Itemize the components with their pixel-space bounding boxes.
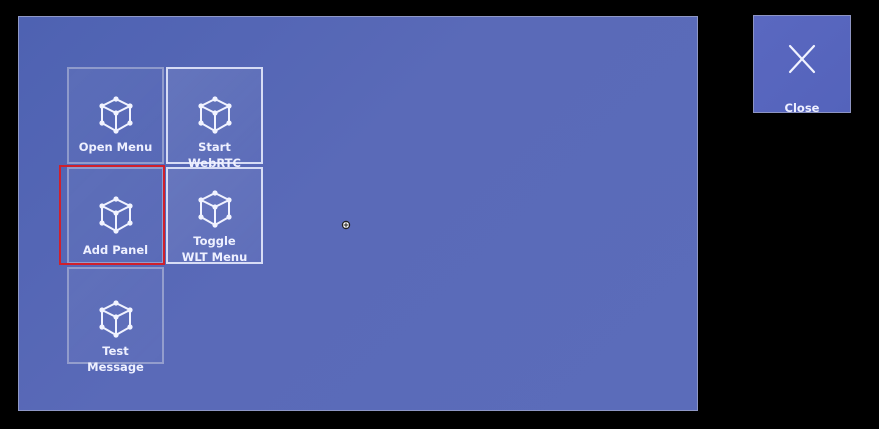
close-label: Close — [784, 101, 820, 115]
toggle-wlt-menu-button[interactable]: Toggle WLT Menu — [166, 167, 263, 264]
test-message-button[interactable]: Test Message — [67, 267, 164, 374]
test-message-label: Test Message — [87, 344, 144, 374]
close-button[interactable]: Close — [753, 15, 851, 115]
open-menu-label: Open Menu — [78, 140, 153, 154]
main-panel: Open Menu Start WebRTC Add Panel Toggle … — [18, 16, 698, 411]
close-icon — [788, 44, 816, 74]
add-panel-label: Add Panel — [82, 243, 149, 257]
toggle-wlt-menu-label: Toggle WLT Menu — [181, 234, 248, 264]
start-webrtc-button[interactable]: Start WebRTC — [166, 67, 263, 170]
cube-icon — [98, 96, 133, 134]
app-stage: Open Menu Start WebRTC Add Panel Toggle … — [0, 0, 879, 429]
cube-icon — [98, 196, 133, 234]
cube-icon — [197, 190, 232, 228]
cube-icon — [197, 96, 232, 134]
cursor-icon — [341, 220, 351, 230]
cube-icon — [98, 300, 133, 338]
open-menu-button[interactable]: Open Menu — [67, 67, 164, 164]
add-panel-button[interactable]: Add Panel — [67, 167, 164, 264]
